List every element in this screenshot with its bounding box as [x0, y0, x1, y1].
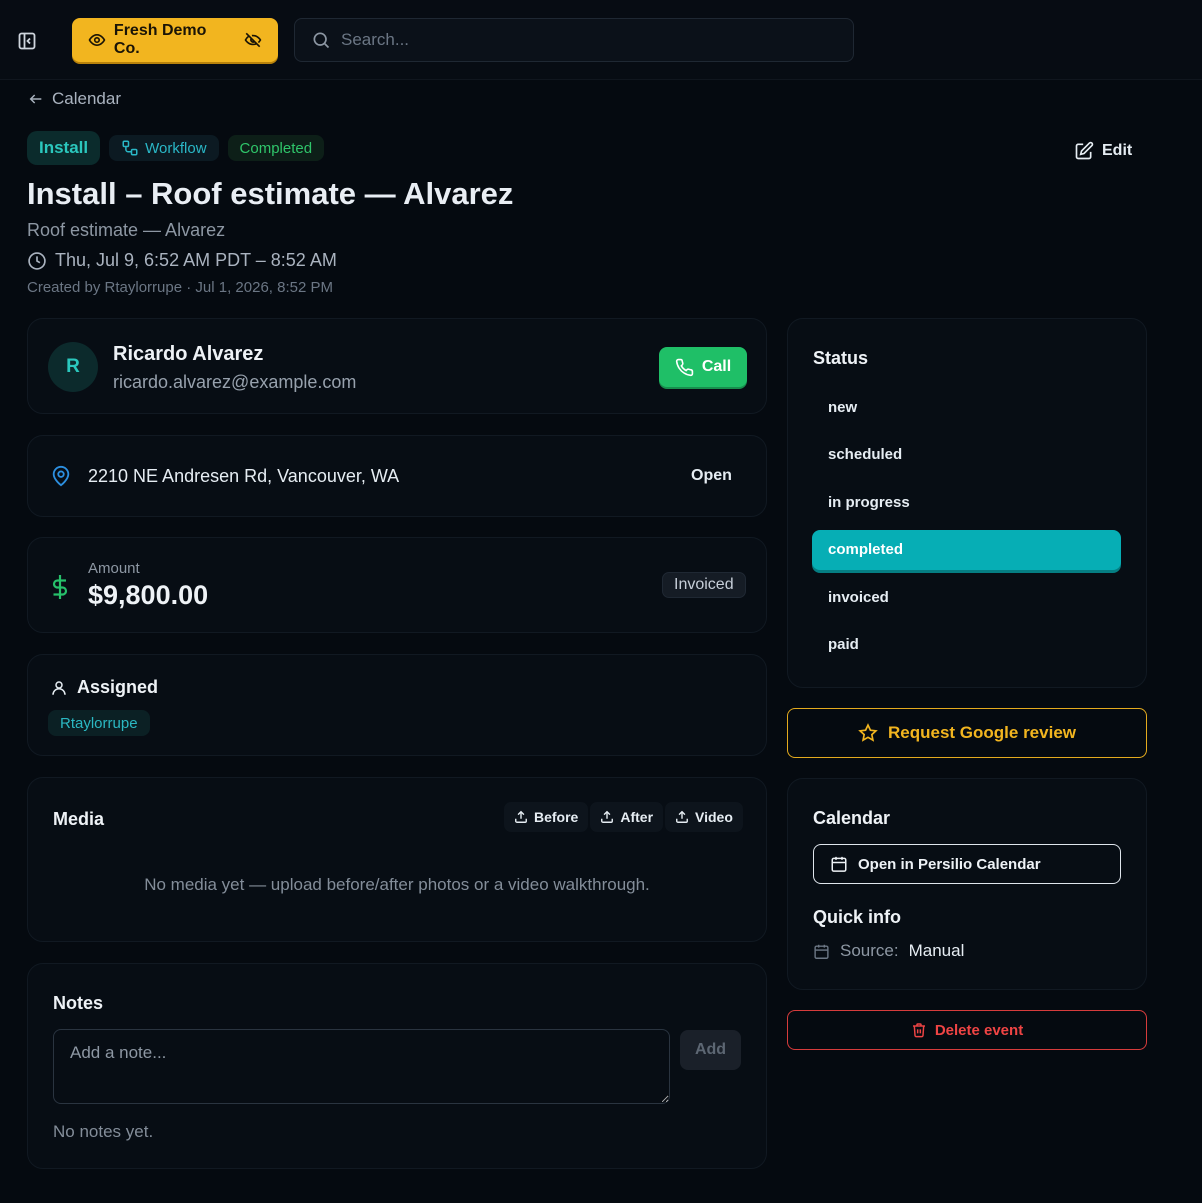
address-text: 2210 NE Andresen Rd, Vancouver, WA: [88, 466, 400, 486]
assigned-card: Assigned Rtaylorrupe: [27, 654, 767, 756]
back-label: Calendar: [52, 89, 121, 108]
upload-icon: [515, 810, 527, 823]
event-subtitle: Roof estimate — Alvarez: [27, 220, 226, 240]
status-title: Status: [813, 348, 869, 368]
status-card: Status new scheduled in progress complet…: [787, 318, 1147, 688]
eye-icon: [88, 33, 106, 47]
amount-value: $9,800.00: [88, 580, 209, 610]
edit-button[interactable]: Edit: [1074, 138, 1132, 164]
media-empty-text: No media yet — upload before/after photo…: [144, 875, 650, 894]
delete-event-button[interactable]: Delete event: [787, 1010, 1147, 1050]
open-calendar-label: Open in Persilio Calendar: [858, 855, 1041, 873]
status-option-invoiced[interactable]: invoiced: [812, 577, 1121, 617]
upload-after-label: After: [620, 809, 654, 825]
workflow-tag[interactable]: Workflow: [109, 135, 219, 161]
upload-icon: [676, 810, 688, 823]
notes-card: Notes Add No notes yet.: [27, 963, 767, 1169]
add-note-button[interactable]: Add: [680, 1030, 741, 1070]
event-type-tag: Install: [27, 131, 101, 165]
search-bar[interactable]: [294, 18, 854, 62]
upload-icon: [601, 810, 614, 823]
quick-info-title: Quick info: [813, 907, 902, 927]
status-option-new[interactable]: new: [812, 387, 1121, 427]
status-list: new scheduled in progress completed invo…: [812, 387, 1121, 672]
contact-email[interactable]: ricardo.alvarez@example.com: [113, 372, 356, 393]
sidebar-toggle-button[interactable]: [14, 28, 40, 54]
event-tags: Install Workflow Completed: [27, 131, 325, 165]
notes-empty-text: No notes yet.: [53, 1122, 154, 1141]
phone-icon: [675, 358, 694, 376]
source-row: Source: Manual: [813, 941, 964, 961]
status-option-completed[interactable]: completed: [812, 529, 1121, 570]
clock-icon: [28, 251, 46, 270]
note-input[interactable]: [53, 1029, 670, 1104]
upload-after-button[interactable]: After: [590, 802, 664, 832]
workflow-tag-label: Workflow: [145, 139, 207, 157]
star-icon: [858, 723, 878, 742]
amount-card: Amount $9,800.00 Invoiced: [27, 537, 767, 633]
map-pin-icon: [52, 465, 70, 487]
avatar: R: [48, 342, 98, 392]
state-tag: Completed: [227, 135, 325, 161]
org-switcher-button[interactable]: Fresh Demo Co.: [72, 18, 278, 62]
upload-video-button[interactable]: Video: [665, 802, 743, 832]
media-upload-tabs: Before After Video: [504, 802, 743, 832]
event-time-text: Thu, Jul 9, 6:52 AM PDT – 8:52 AM: [55, 250, 337, 270]
request-review-label: Request Google review: [888, 723, 1076, 742]
notes-title: Notes: [53, 993, 104, 1013]
search-input[interactable]: [341, 30, 821, 50]
delete-event-label: Delete event: [934, 1021, 1024, 1039]
eye-off-icon: [244, 32, 262, 48]
calendar-icon: [831, 856, 847, 872]
dollar-icon: [50, 574, 70, 607]
edit-icon: [1075, 141, 1094, 160]
call-label: Call: [701, 358, 732, 375]
contact-name: Ricardo Alvarez: [113, 343, 264, 365]
user-icon: [52, 680, 66, 695]
call-button[interactable]: Call: [659, 347, 747, 387]
assigned-header: Assigned: [50, 677, 158, 698]
event-title: Install – Roof estimate — Alvarez: [27, 176, 514, 211]
back-to-calendar-link[interactable]: Calendar: [28, 88, 121, 110]
source-value: Manual: [908, 941, 965, 960]
upload-video-label: Video: [695, 809, 733, 825]
created-by-text: Created by Rtaylorrupe · Jul 1, 2026, 8:…: [27, 279, 333, 296]
status-option-paid[interactable]: paid: [812, 625, 1121, 665]
calendar-small-icon: [814, 944, 829, 959]
upload-before-button[interactable]: Before: [504, 802, 589, 832]
invoice-status-badge: Invoiced: [662, 572, 746, 598]
status-option-scheduled[interactable]: scheduled: [812, 435, 1121, 475]
sidebar-panel-icon: [18, 32, 36, 50]
workflow-icon: [122, 140, 138, 156]
edit-label: Edit: [1102, 142, 1133, 159]
open-map-link[interactable]: Open: [691, 467, 732, 485]
address-card: 2210 NE Andresen Rd, Vancouver, WA Open: [27, 435, 767, 517]
calendar-card: Calendar Open in Persilio Calendar Quick…: [787, 778, 1147, 990]
arrow-left-icon: [29, 94, 42, 104]
search-icon: [313, 32, 330, 49]
source-label: Source:: [840, 941, 899, 960]
contact-card: R Ricardo Alvarez ricardo.alvarez@exampl…: [27, 318, 767, 414]
assigned-title: Assigned: [77, 677, 159, 697]
media-title: Media: [53, 809, 105, 829]
top-bar: Fresh Demo Co.: [0, 0, 1202, 80]
trash-icon: [912, 1023, 925, 1038]
request-review-button[interactable]: Request Google review: [787, 708, 1147, 758]
upload-before-label: Before: [534, 809, 579, 825]
org-name: Fresh Demo Co.: [113, 22, 207, 57]
calendar-title: Calendar: [813, 808, 891, 828]
assignee-chip[interactable]: Rtaylorrupe: [48, 710, 150, 736]
event-time: Thu, Jul 9, 6:52 AM PDT – 8:52 AM: [27, 250, 337, 271]
media-card: Media Before After Video No media yet — …: [27, 777, 767, 942]
open-calendar-button[interactable]: Open in Persilio Calendar: [813, 844, 1121, 884]
status-option-in-progress[interactable]: in progress: [812, 482, 1121, 522]
amount-label: Amount: [88, 560, 140, 577]
